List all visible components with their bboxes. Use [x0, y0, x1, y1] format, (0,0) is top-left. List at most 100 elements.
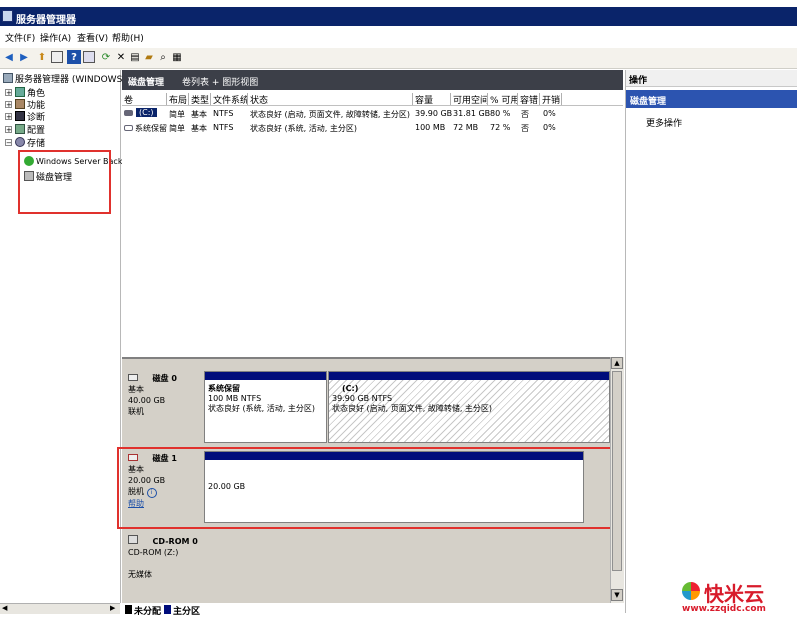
graph-vscrollbar[interactable]: ▲ ▼: [610, 357, 624, 603]
features-icon: [15, 99, 25, 109]
legend-primary-swatch: [164, 605, 171, 614]
volume-icon: [124, 125, 133, 131]
cell-free-space: 72 MB: [453, 123, 479, 132]
menu-action[interactable]: 操作(A): [40, 31, 71, 44]
cell-volume: (C:): [136, 108, 157, 117]
more-actions-link[interactable]: 更多操作: [646, 116, 682, 129]
watermark-logo: 快米云 www.zzqidc.com: [680, 578, 797, 616]
column-capacity[interactable]: 容量: [413, 93, 451, 105]
column-percent-free[interactable]: % 可用: [488, 93, 518, 105]
server-icon: [3, 73, 13, 83]
properties-icon[interactable]: [82, 50, 96, 64]
table-row[interactable]: 系统保留 简单 基本 NTFS 状态良好 (系统, 活动, 主分区) 100 M…: [122, 122, 623, 134]
tree-hscrollbar[interactable]: ◀ ▶: [0, 603, 120, 614]
disk-0-row[interactable]: 磁盘 0 基本 40.00 GB 联机 系统保留 100 MB NTFS 状态良…: [122, 367, 610, 445]
app-icon: [2, 10, 13, 22]
storage-icon: [15, 137, 25, 147]
help-icon[interactable]: ?: [67, 50, 81, 64]
tree-item-features[interactable]: + 功能: [5, 98, 45, 111]
expand-icon[interactable]: +: [5, 125, 12, 133]
column-volume[interactable]: 卷: [122, 93, 167, 105]
highlight-box: [117, 447, 622, 529]
expand-icon[interactable]: +: [5, 112, 12, 120]
partition-status: 状态良好 (系统, 活动, 主分区): [208, 404, 315, 413]
cell-status: 状态良好 (启动, 页面文件, 故障转储, 主分区): [250, 110, 411, 119]
cell-fault-tolerance: 否: [521, 124, 529, 133]
column-status[interactable]: 状态: [248, 93, 413, 105]
menu-view[interactable]: 查看(V): [77, 31, 108, 44]
cell-capacity: 100 MB: [415, 123, 446, 132]
refresh-icon[interactable]: ⟳: [99, 50, 113, 64]
collapse-icon[interactable]: −: [5, 138, 12, 146]
cdrom-row[interactable]: CD-ROM 0 CD-ROM (Z:) 无媒体: [122, 531, 610, 605]
partition-system-reserved[interactable]: 系统保留 100 MB NTFS 状态良好 (系统, 活动, 主分区): [204, 371, 327, 443]
column-layout[interactable]: 布局: [167, 93, 189, 105]
cdrom-name: CD-ROM 0: [152, 537, 198, 546]
partition-text: (C:) 39.90 GB NTFS 状态良好 (启动, 页面文件, 故障转储,…: [332, 384, 492, 414]
back-icon[interactable]: ◀: [2, 50, 16, 64]
search-icon[interactable]: ⌕: [156, 50, 170, 64]
disk-icon: [128, 374, 138, 381]
column-filesystem[interactable]: 文件系统: [211, 93, 248, 105]
column-free-space[interactable]: 可用空间: [451, 93, 488, 105]
cell-capacity: 39.90 GB: [415, 109, 453, 118]
disk-0-state: 联机: [128, 407, 144, 416]
disk-0-size: 40.00 GB: [128, 396, 166, 405]
cell-percent-free: 80 %: [490, 109, 511, 118]
partition-c-drive[interactable]: (C:) 39.90 GB NTFS 状态良好 (启动, 页面文件, 故障转储,…: [328, 371, 610, 443]
scroll-left-icon[interactable]: ◀: [2, 604, 7, 612]
legend-unallocated-swatch: [125, 605, 132, 614]
open-icon[interactable]: ▰: [142, 50, 156, 64]
partition-name: (C:): [342, 384, 359, 393]
center-header-title: 磁盘管理: [128, 78, 165, 88]
scroll-up-icon[interactable]: ▲: [611, 357, 623, 369]
configuration-icon: [15, 124, 25, 134]
volume-list-header: 卷 布局 类型 文件系统 状态 容量 可用空间 % 可用 容错 开销: [122, 93, 623, 106]
cell-layout: 简单: [169, 124, 185, 133]
column-fault-tolerance[interactable]: 容错: [518, 93, 540, 105]
delete-icon[interactable]: ✕: [114, 50, 128, 64]
column-type[interactable]: 类型: [189, 93, 211, 105]
cell-layout: 简单: [169, 110, 185, 119]
navigation-tree: 服务器管理器 (WINDOWS-HFJTO2 + 角色 + 功能 + 诊断 + …: [0, 70, 158, 614]
actions-panel: 操作 磁盘管理 更多操作: [625, 70, 797, 613]
toolbar: ◀ ▶ ⬆ ? ⟳ ✕ ▤ ▰ ⌕ ▦: [0, 48, 797, 69]
cell-overhead: 0%: [543, 109, 556, 118]
expand-icon[interactable]: +: [5, 88, 12, 96]
legend-primary-label: 主分区: [173, 607, 201, 617]
scroll-right-icon[interactable]: ▶: [110, 604, 115, 612]
tree-item-storage[interactable]: − 存储: [5, 136, 45, 149]
cell-filesystem: NTFS: [213, 109, 234, 118]
menu-help[interactable]: 帮助(H): [112, 31, 144, 44]
actions-section[interactable]: 磁盘管理: [626, 90, 797, 108]
legend-unallocated-label: 未分配: [134, 607, 162, 617]
brand-url: www.zzqidc.com: [682, 604, 766, 614]
cell-type: 基本: [191, 110, 207, 119]
tree-item-diagnostics[interactable]: + 诊断: [5, 110, 45, 123]
expand-icon[interactable]: +: [5, 100, 12, 108]
scroll-down-icon[interactable]: ▼: [611, 589, 623, 601]
center-header-subtitle: 卷列表 + 图形视图: [182, 78, 259, 88]
scroll-thumb[interactable]: [612, 371, 622, 571]
cell-free-space: 31.81 GB: [453, 109, 491, 118]
partition-bar: [205, 372, 326, 380]
disk-0-kind: 基本: [128, 385, 144, 394]
forward-icon[interactable]: ▶: [17, 50, 31, 64]
table-row[interactable]: (C:) 简单 基本 NTFS 状态良好 (启动, 页面文件, 故障转储, 主分…: [122, 108, 623, 120]
partition-text: 系统保留 100 MB NTFS 状态良好 (系统, 活动, 主分区): [208, 384, 315, 414]
volume-icon: [124, 110, 133, 116]
tree-item-roles[interactable]: + 角色: [5, 86, 45, 99]
up-icon[interactable]: ⬆: [35, 50, 49, 64]
cell-fault-tolerance: 否: [521, 110, 529, 119]
partition-status: 状态良好 (启动, 页面文件, 故障转储, 主分区): [332, 404, 493, 413]
show-tree-icon[interactable]: [50, 50, 64, 64]
actions-header: 操作: [626, 70, 797, 87]
menu-file[interactable]: 文件(F): [5, 31, 35, 44]
column-overhead[interactable]: 开销: [540, 93, 562, 105]
export-icon[interactable]: ▤: [128, 50, 142, 64]
cdrom-info: CD-ROM 0 CD-ROM (Z:) 无媒体: [128, 535, 198, 580]
tree-item-configuration[interactable]: + 配置: [5, 123, 45, 136]
settings-icon[interactable]: ▦: [170, 50, 184, 64]
title-bar: 服务器管理器: [0, 7, 797, 26]
legend-bar: 未分配 主分区: [122, 603, 623, 617]
